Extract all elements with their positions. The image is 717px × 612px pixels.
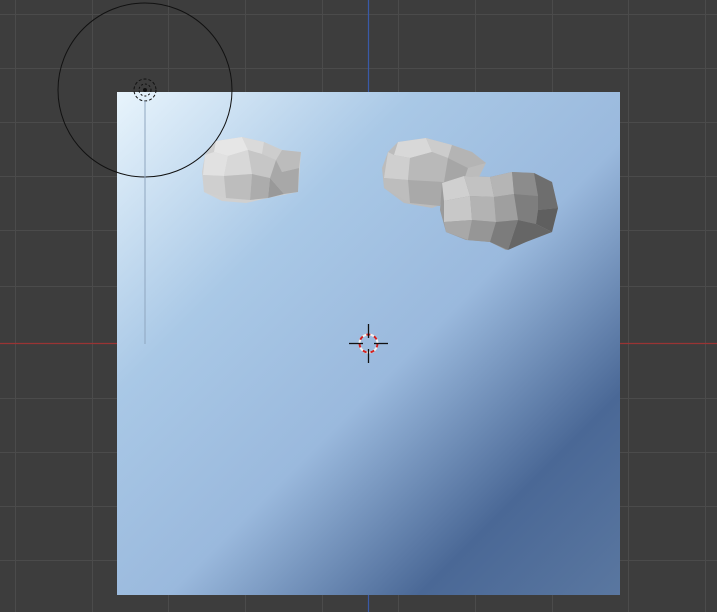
camera-sky-plane[interactable] (117, 92, 620, 595)
viewport-canvas[interactable] (0, 0, 717, 612)
3d-viewport[interactable] (0, 0, 717, 612)
